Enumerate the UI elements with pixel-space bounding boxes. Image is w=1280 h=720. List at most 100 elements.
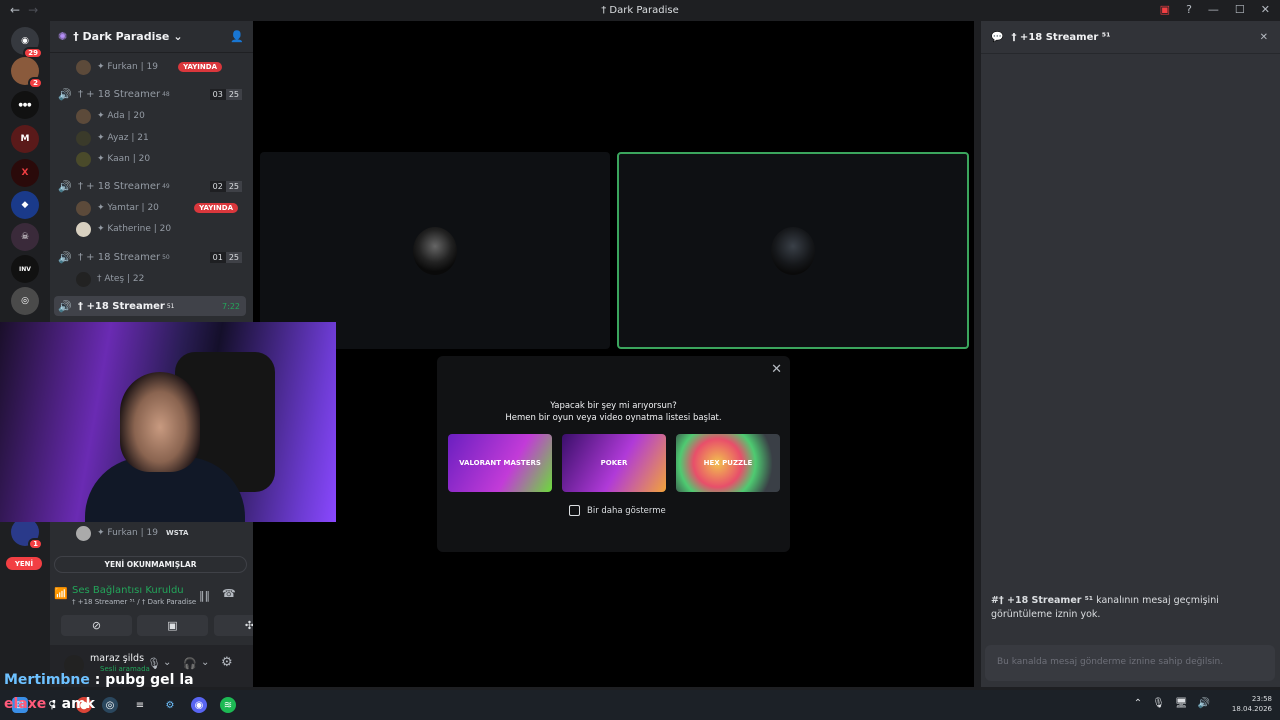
chat-title: † +18 Streamer ⁵¹ xyxy=(1011,31,1111,43)
window-title: † Dark Paradise xyxy=(601,5,679,16)
close-window-icon[interactable]: ✕ xyxy=(1261,3,1270,16)
voice-status[interactable]: Ses Bağlantısı Kuruldu xyxy=(72,585,184,596)
dont-show-again-checkbox[interactable]: Bir daha gösterme xyxy=(569,505,666,516)
voice-user[interactable]: ✦ Furkan | 19 YAYINDA xyxy=(76,57,246,77)
unread-button[interactable]: YENİ OKUNMAMIŞLAR xyxy=(54,556,247,573)
camera-off-icon: ⊘ xyxy=(91,619,102,632)
system-tray: ⌃ 🎙 🖥 🔊 xyxy=(1134,698,1210,709)
chat-line: elaxe : amk xyxy=(4,696,95,712)
disconnect-icon[interactable]: ☎ xyxy=(222,587,236,600)
new-badge[interactable]: YENİ xyxy=(6,557,42,570)
call-timer: 7:22 xyxy=(222,301,240,311)
message-input-disabled: Bu kanalda mesaj gönderme iznine sahip d… xyxy=(985,645,1275,681)
avatar xyxy=(76,130,91,146)
avatar xyxy=(76,59,91,75)
server-icon[interactable]: ◎ xyxy=(11,287,39,315)
speaker-icon: 🔊 xyxy=(58,179,72,193)
channel-count: 01 25 xyxy=(209,251,242,263)
speaker-icon: 🔊 xyxy=(58,299,72,313)
volume-icon[interactable]: 🔊 xyxy=(1198,698,1210,709)
server-header[interactable]: ✺ † Dark Paradise ⌄ 👤 xyxy=(50,21,253,53)
participant-tile[interactable] xyxy=(260,152,610,349)
participant-avatar xyxy=(771,226,815,275)
noise-icon[interactable]: ‖‖ xyxy=(199,589,210,602)
server-badge: 1 xyxy=(28,538,43,550)
voice-user[interactable]: ✦ Ayaz | 21 xyxy=(76,128,246,148)
server-icon[interactable]: ●●● xyxy=(11,91,39,119)
channel-count: 02 25 xyxy=(209,180,242,192)
voice-user[interactable]: ✦ Furkan | 19 WSTA xyxy=(76,523,246,543)
help-icon[interactable]: ? xyxy=(1186,3,1192,16)
server-icon[interactable]: X xyxy=(11,159,39,187)
close-icon[interactable]: ✕ xyxy=(771,362,782,377)
close-icon[interactable]: ✕ xyxy=(1260,32,1268,43)
chat-line: Mertimbne : pubg gel la xyxy=(4,672,194,688)
chevron-down-icon[interactable]: ⌄ xyxy=(163,657,171,668)
screen-share-button[interactable]: ▣ xyxy=(137,615,208,636)
app-icon[interactable]: ⚙ xyxy=(162,697,178,713)
maximize-icon[interactable]: ☐ xyxy=(1235,3,1245,16)
participant-tile-speaking[interactable] xyxy=(617,152,969,349)
camera-off-button[interactable]: ⊘ xyxy=(61,615,132,636)
server-name: † Dark Paradise xyxy=(73,30,170,43)
server-icon[interactable]: INV xyxy=(11,255,39,283)
epic-icon[interactable]: ≡ xyxy=(132,697,148,713)
chevron-down-icon[interactable]: ⌄ xyxy=(201,657,209,668)
voice-user[interactable]: ✦ Yamtar | 20 YAYINDA xyxy=(76,198,246,218)
server-icon[interactable]: M xyxy=(11,125,39,153)
network-icon[interactable]: 🖥 xyxy=(1175,698,1188,709)
discord-home-icon[interactable]: ◉ 29 xyxy=(11,27,43,59)
avatar xyxy=(76,151,91,167)
server-icon[interactable]: 2 xyxy=(11,57,43,89)
avatar xyxy=(76,525,91,541)
voice-channel[interactable]: 🔊 † + 18 Streamer 50 01 25 xyxy=(54,247,246,267)
chevron-up-icon[interactable]: ⌃ xyxy=(1134,698,1142,709)
checkbox-box[interactable] xyxy=(569,505,580,516)
microphone-icon[interactable]: 🎙 xyxy=(147,657,161,670)
voice-channel[interactable]: 🔊 † + 18 Streamer 49 02 25 xyxy=(54,176,246,196)
microphone-icon[interactable]: 🎙 xyxy=(1152,698,1165,709)
server-icon[interactable]: ☠ xyxy=(11,223,39,251)
discord-taskbar-icon[interactable]: ◉ xyxy=(191,697,207,713)
voice-channel[interactable]: 🔊 † + 18 Streamer 48 03 25 xyxy=(54,84,246,104)
clock[interactable]: 23:58 18.04.2026 xyxy=(1232,694,1272,714)
signal-icon: 📶 xyxy=(54,587,68,600)
server-boost-icon: ✺ xyxy=(58,30,68,43)
voice-user[interactable]: ✦ Kaan | 20 xyxy=(76,149,246,169)
streamer-face xyxy=(120,372,200,472)
avatar xyxy=(76,200,91,216)
window-controls: ▣ ? — ☐ ✕ xyxy=(1160,3,1270,16)
user-tag: WSTA xyxy=(165,529,189,537)
live-badge: YAYINDA xyxy=(194,203,238,213)
avatar xyxy=(76,108,91,124)
screen-share-icon: ▣ xyxy=(167,619,178,632)
voice-channel-active[interactable]: 🔊 † +18 Streamer 51 7:22 xyxy=(54,296,246,316)
headphones-icon[interactable]: 🎧 xyxy=(183,657,197,670)
activity-card-valorant[interactable]: VALORANT MASTERS xyxy=(448,434,552,492)
voice-user[interactable]: ✦ Ada | 20 xyxy=(76,106,246,126)
server-icon[interactable]: 1 xyxy=(11,518,43,550)
live-badge: YAYINDA xyxy=(178,62,222,72)
activity-card-poker[interactable]: POKER xyxy=(562,434,666,492)
add-member-icon[interactable]: 👤 xyxy=(230,30,244,43)
minimize-icon[interactable]: — xyxy=(1208,3,1219,16)
activity-subheading: Hemen bir oyun veya video oynatma listes… xyxy=(505,413,722,423)
taskbar: ⊞ ⚲ ● ◎ ≡ ⚙ ◉ ≋ ⌃ 🎙 🖥 🔊 23:58 18.04.2026 xyxy=(0,690,1280,720)
inbox-icon[interactable]: ▣ xyxy=(1160,3,1170,16)
activity-suggestion-panel: ✕ Yapacak bir şey mi arıyorsun? Hemen bi… xyxy=(437,356,790,552)
server-badge: 2 xyxy=(28,77,43,89)
username[interactable]: maraz şilds xyxy=(90,653,144,664)
activity-card-hex[interactable]: HEX PUZZLE xyxy=(676,434,780,492)
voice-channel-path[interactable]: † +18 Streamer ⁵¹ / † Dark Paradise xyxy=(72,598,196,606)
settings-gear-icon[interactable]: ⚙ xyxy=(221,655,233,670)
voice-user[interactable]: † Ateş | 22 xyxy=(76,269,246,289)
channel-chat-panel: 💬 † +18 Streamer ⁵¹ ✕ #† +18 Streamer ⁵¹… xyxy=(981,21,1280,687)
activity-heading: Yapacak bir şey mi arıyorsun? xyxy=(550,401,677,411)
channel-count: 03 25 xyxy=(209,88,242,100)
avatar xyxy=(76,271,91,287)
spotify-icon[interactable]: ≋ xyxy=(220,697,236,713)
voice-user[interactable]: ✦ Katherine | 20 xyxy=(76,219,246,239)
server-icon[interactable]: ◆ xyxy=(11,191,39,219)
voice-connection-panel: 📶 Ses Bağlantısı Kuruldu † +18 Streamer … xyxy=(54,577,285,641)
steam-icon[interactable]: ◎ xyxy=(102,697,118,713)
